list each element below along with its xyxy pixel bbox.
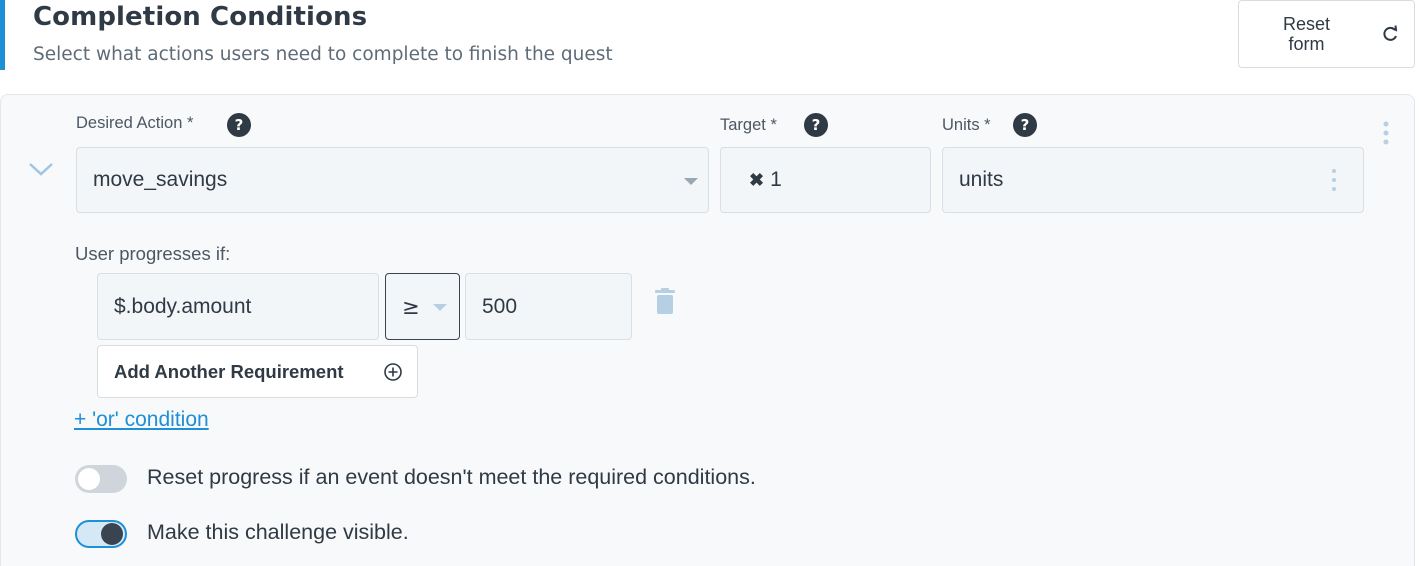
help-icon[interactable]: ? [804,113,828,137]
requirement-value: 500 [482,294,518,318]
units-value: units [959,168,1004,191]
dropdown-arrow-icon [433,304,447,311]
dropdown-arrow-icon [684,178,698,185]
more-options-icon[interactable] [1378,120,1394,148]
section-subtitle: Select what actions users need to comple… [33,44,613,65]
progress-label: User progresses if: [75,243,231,264]
desired-action-value: move_savings [93,168,228,191]
add-requirement-button[interactable]: Add Another Requirement [97,345,418,398]
more-options-icon[interactable] [1331,168,1337,194]
requirement-value-input[interactable]: 500 [465,273,632,340]
reset-form-label: Reset form [1282,14,1331,54]
requirement-field-input[interactable]: $.body.amount [97,273,379,340]
reset-progress-label: Reset progress if an event doesn't meet … [147,465,756,489]
visible-challenge-label: Make this challenge visible. [147,520,409,544]
target-label: Target * [720,116,777,134]
add-circle-icon [384,363,402,381]
trash-icon[interactable] [653,288,677,316]
target-input[interactable]: ✖ 1 [720,147,931,213]
help-icon[interactable]: ? [1013,113,1037,137]
help-icon[interactable]: ? [227,113,251,137]
refresh-icon [1383,25,1398,41]
add-requirement-label: Add Another Requirement [114,360,344,382]
chevron-down-icon[interactable] [27,158,55,180]
add-or-condition-link[interactable]: + 'or' condition [74,408,209,432]
units-input[interactable]: units [942,147,1364,213]
toggle-knob [78,468,100,490]
desired-action-label: Desired Action * [76,114,194,132]
target-value: 1 [770,168,782,191]
section-title: Completion Conditions [33,2,368,32]
section-accent-bar [0,0,5,70]
toggle-knob [101,523,123,545]
reset-form-button[interactable]: Reset form [1238,0,1415,68]
visible-challenge-toggle[interactable] [75,520,127,548]
operator-value: ≥ [402,294,420,319]
operator-select[interactable]: ≥ [385,273,460,340]
desired-action-select[interactable]: move_savings [76,147,709,213]
reset-progress-toggle[interactable] [75,465,127,493]
multiply-icon: ✖ [749,170,765,190]
requirement-field-value: $.body.amount [114,294,252,318]
units-label: Units * [942,116,991,134]
